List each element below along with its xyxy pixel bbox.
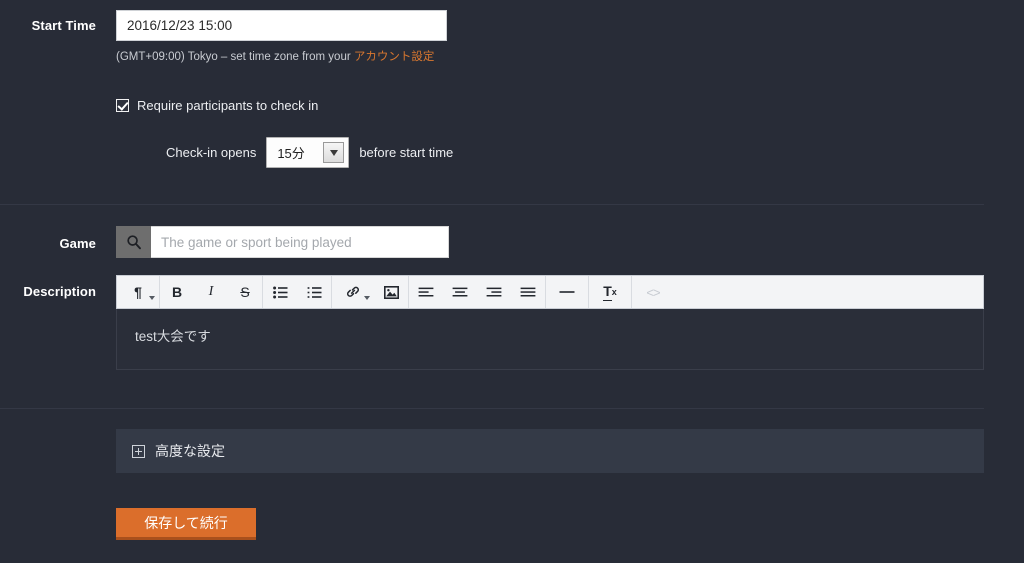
rte-group-lists <box>263 276 332 308</box>
require-checkin-row[interactable]: Require participants to check in <box>116 98 318 113</box>
align-justify-icon[interactable] <box>511 276 545 308</box>
rte-group-format: ¶ <box>117 276 160 308</box>
rte-group-align <box>409 276 546 308</box>
checkin-opens-suffix: before start time <box>359 145 454 160</box>
checkin-opens-select[interactable]: 15分 <box>266 137 350 168</box>
require-checkin-label: Require participants to check in <box>137 98 319 113</box>
expand-plus-box-icon <box>132 444 145 458</box>
link-icon[interactable] <box>332 276 374 308</box>
event-settings-form: Start Time (GMT+09:00) Tokyo – set time … <box>0 0 1024 563</box>
start-time-label: Start Time <box>31 18 96 33</box>
description-body[interactable]: test大会です <box>116 309 984 370</box>
paragraph-format-icon[interactable]: ¶ <box>117 276 159 308</box>
rte-group-clear: Tx <box>589 276 632 308</box>
description-editor: ¶ B I S T x <> test大会です <box>116 275 984 370</box>
game-search-group <box>116 226 449 258</box>
checkin-opens-value: 15分 <box>277 146 305 161</box>
timezone-note: (GMT+09:00) Tokyo – set time zone from y… <box>116 48 434 64</box>
align-right-icon[interactable] <box>477 276 511 308</box>
description-label: Description <box>23 284 96 299</box>
checkin-opens-row: Check-in opens 15分 before start time <box>166 137 453 168</box>
code-view-icon[interactable]: <> <box>632 276 674 308</box>
rte-group-insert <box>332 276 409 308</box>
advanced-settings-label: 高度な設定 <box>155 443 225 459</box>
checkin-opens-label: Check-in opens <box>166 145 257 160</box>
section-divider-bottom <box>0 408 984 409</box>
rte-toolbar: ¶ B I S T x <> <box>116 275 984 309</box>
list-ol-icon[interactable] <box>297 276 331 308</box>
list-ul-icon[interactable] <box>263 276 297 308</box>
account-settings-link[interactable]: アカウント設定 <box>354 51 435 63</box>
image-icon[interactable] <box>374 276 408 308</box>
strikethrough-icon[interactable]: S <box>228 276 262 308</box>
start-time-input[interactable] <box>116 10 447 41</box>
rte-group-rule <box>546 276 589 308</box>
align-center-icon[interactable] <box>443 276 477 308</box>
require-checkin-checkbox[interactable] <box>116 99 129 112</box>
chevron-down-icon[interactable] <box>323 142 345 163</box>
rte-group-style: B I S <box>160 276 263 308</box>
save-and-continue-button[interactable]: 保存して続行 <box>116 508 256 540</box>
rte-group-code: <> <box>632 276 674 308</box>
search-icon[interactable] <box>116 226 151 258</box>
minus-icon[interactable] <box>546 276 588 308</box>
italic-icon[interactable]: I <box>194 276 228 308</box>
section-divider-top <box>0 204 984 205</box>
align-left-icon[interactable] <box>409 276 443 308</box>
bold-icon[interactable]: B <box>160 276 194 308</box>
game-search-input[interactable] <box>151 226 449 258</box>
game-label: Game <box>59 236 96 251</box>
advanced-settings-toggle[interactable]: 高度な設定 <box>116 429 984 473</box>
clear-formatting-icon[interactable]: Tx <box>589 276 631 308</box>
timezone-note-text: (GMT+09:00) Tokyo – set time zone from y… <box>116 51 354 63</box>
